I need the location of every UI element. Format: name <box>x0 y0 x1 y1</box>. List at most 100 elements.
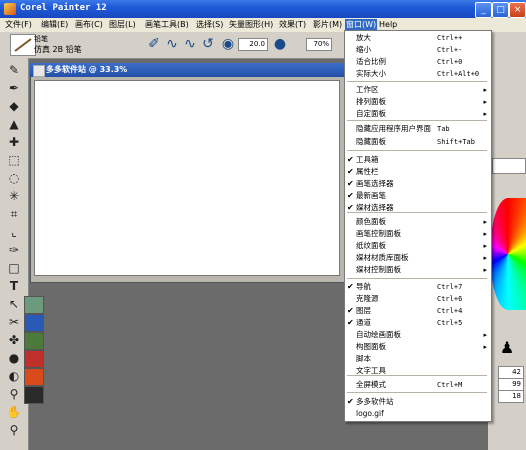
window-menu-item[interactable]: ✔ 工具箱 <box>345 154 491 166</box>
layer-adjuster-icon[interactable]: ✚ <box>6 134 22 150</box>
dodge-icon[interactable]: ● <box>6 350 22 366</box>
reset-tool-icon[interactable]: ↺ <box>200 36 216 52</box>
panel-dropdown[interactable] <box>492 158 526 174</box>
window-menu-item[interactable]: 放大 Ctrl++ <box>345 32 491 44</box>
menu-item-shortcut: Ctrl+0 <box>437 58 463 66</box>
submenu-arrow-icon: ▸ <box>483 254 487 262</box>
window-menu-item[interactable]: 克隆源 Ctrl+6 <box>345 293 491 305</box>
checkmark-icon: ✔ <box>347 191 354 200</box>
window-menu-item[interactable]: 脚本 <box>345 353 491 365</box>
menu-effects[interactable]: 效果(T) <box>278 19 307 31</box>
dropper-tool-icon[interactable]: ✒ <box>6 80 22 96</box>
menu-item-label: 媒材选择器 <box>356 203 394 212</box>
menu-item-label: 导航 <box>356 282 371 291</box>
eraser-tool-icon[interactable]: ◆ <box>6 98 22 114</box>
window-menu-item[interactable]: 全屏模式 Ctrl+M <box>345 379 491 391</box>
window-menu-item[interactable]: 媒材材质库面板 ▸ <box>345 252 491 264</box>
window-menu-item[interactable]: 媒材控制面板 ▸ <box>345 264 491 276</box>
window-menu-item[interactable]: 构图面板 ▸ <box>345 341 491 353</box>
window-menu-item[interactable]: 适合比例 Ctrl+0 <box>345 56 491 68</box>
gradient-swatch[interactable] <box>24 332 44 350</box>
paper-swatch[interactable] <box>24 296 44 314</box>
window-menu-item[interactable]: 自动绘画面板 ▸ <box>345 329 491 341</box>
close-button[interactable]: × <box>509 2 526 18</box>
size-field[interactable]: 20.0 <box>238 38 268 51</box>
menu-canvas[interactable]: 画布(C) <box>74 19 104 31</box>
menu-item-label: 构图面板 <box>356 342 386 351</box>
rectangle-shape-icon[interactable]: □ <box>6 260 22 276</box>
window-menu-item[interactable]: ✔ 图层 Ctrl+4 <box>345 305 491 317</box>
menu-movie[interactable]: 影片(M) <box>312 19 343 31</box>
opacity-field[interactable]: 70% <box>306 38 332 51</box>
paint-bucket-icon[interactable]: ▲ <box>6 116 22 132</box>
window-menu-item[interactable]: ✔ 最新画笔 <box>345 190 491 202</box>
window-menu-item[interactable]: logo.gif <box>345 408 491 420</box>
grabber-icon[interactable]: ✋ <box>6 404 22 420</box>
window-menu-item[interactable]: ✔ 通道 Ctrl+5 <box>345 317 491 329</box>
window-menu-item[interactable]: 纸纹面板 ▸ <box>345 240 491 252</box>
window-menu-item[interactable]: ✔ 画笔选择器 <box>345 178 491 190</box>
wave-stroke-icon[interactable]: ∿ <box>182 36 198 52</box>
window-menu-item[interactable]: 隐藏面板 Shift+Tab <box>345 136 491 148</box>
lasso-icon[interactable]: ◌ <box>6 170 22 186</box>
document-title-bar[interactable]: 多多软件站 @ 33.3% <box>30 63 348 77</box>
shape-select-icon[interactable]: ↖ <box>6 296 22 312</box>
menu-item-shortcut: Ctrl+5 <box>437 319 463 327</box>
window-menu-item[interactable]: ✔ 属性栏 <box>345 166 491 178</box>
value-field-3[interactable]: 18 <box>498 390 524 403</box>
opacity-icon: ● <box>273 36 287 52</box>
window-menu-item[interactable]: 隐藏应用程序用户界面 Tab <box>345 123 491 135</box>
nozzle-swatch[interactable] <box>24 386 44 404</box>
brush-variant[interactable]: 仿真 2B 铅笔 <box>34 44 82 55</box>
submenu-arrow-icon: ▸ <box>483 218 487 226</box>
window-menu-item[interactable]: 文字工具 <box>345 365 491 377</box>
weaving-swatch[interactable] <box>24 350 44 368</box>
menu-vector-shapes[interactable]: 矢量图形(H) <box>228 19 274 31</box>
look-swatch[interactable] <box>24 368 44 386</box>
menu-select[interactable]: 选择(S) <box>195 19 224 31</box>
pattern-swatch[interactable] <box>24 314 44 332</box>
window-menu-item[interactable]: 排列面板 ▸ <box>345 96 491 108</box>
menu-item-label: 纸纹面板 <box>356 241 386 250</box>
crop-icon[interactable]: ⌞ <box>6 224 22 240</box>
window-menu-item[interactable]: ✔ 多多软件站 <box>345 396 491 408</box>
window-menu-item[interactable]: 颜色面板 ▸ <box>345 216 491 228</box>
minimize-button[interactable]: _ <box>475 2 492 18</box>
window-menu-item[interactable]: 自定面板 ▸ <box>345 108 491 120</box>
magnifier-icon[interactable]: ⚲ <box>6 422 22 438</box>
brush-thumbnail[interactable] <box>10 34 36 56</box>
burn-icon[interactable]: ◐ <box>6 368 22 384</box>
submenu-arrow-icon: ▸ <box>483 86 487 94</box>
document-title: 多多软件站 @ 33.3% <box>46 65 128 74</box>
window-menu-item[interactable]: 画笔控制面板 ▸ <box>345 228 491 240</box>
freehand-stroke-icon[interactable]: ✐ <box>146 36 162 52</box>
brush-tool-icon[interactable]: ✎ <box>6 62 22 78</box>
menu-item-label: 工作区 <box>356 85 379 94</box>
window-menu-item[interactable]: 缩小 Ctrl+- <box>345 44 491 56</box>
menu-item-shortcut: Tab <box>437 125 450 133</box>
mirror-icon[interactable]: ⚲ <box>6 386 22 402</box>
menu-item-label: 自动绘画面板 <box>356 330 401 339</box>
menu-brush-tools[interactable]: 画笔工具(B) <box>144 19 190 31</box>
navigator-icon[interactable]: ♟ <box>496 338 518 360</box>
text-tool-icon[interactable]: T <box>6 278 22 294</box>
color-wheel[interactable] <box>490 198 526 310</box>
menu-separator <box>347 150 487 151</box>
maximize-button[interactable]: □ <box>492 2 509 18</box>
checkmark-icon: ✔ <box>347 167 354 176</box>
canvas[interactable] <box>34 80 340 276</box>
cloner-icon[interactable]: ✂ <box>6 314 22 330</box>
rectangle-select-icon[interactable]: ⬚ <box>6 152 22 168</box>
window-menu-item[interactable]: ✔ 媒材选择器 <box>345 202 491 214</box>
transform-icon[interactable]: ⌗ <box>6 206 22 222</box>
window-menu-item[interactable]: 工作区 ▸ <box>345 84 491 96</box>
menu-file[interactable]: 文件(F) <box>4 19 33 31</box>
magic-wand-icon[interactable]: ✳ <box>6 188 22 204</box>
pen-icon[interactable]: ✑ <box>6 242 22 258</box>
rubber-stamp-icon[interactable]: ✤ <box>6 332 22 348</box>
menu-edit[interactable]: 编辑(E) <box>40 19 69 31</box>
window-menu-item[interactable]: ✔ 导航 Ctrl+7 <box>345 281 491 293</box>
menu-layers[interactable]: 图层(L) <box>108 19 137 31</box>
straight-stroke-icon[interactable]: ∿ <box>164 36 180 52</box>
window-menu-item[interactable]: 实际大小 Ctrl+Alt+0 <box>345 68 491 80</box>
